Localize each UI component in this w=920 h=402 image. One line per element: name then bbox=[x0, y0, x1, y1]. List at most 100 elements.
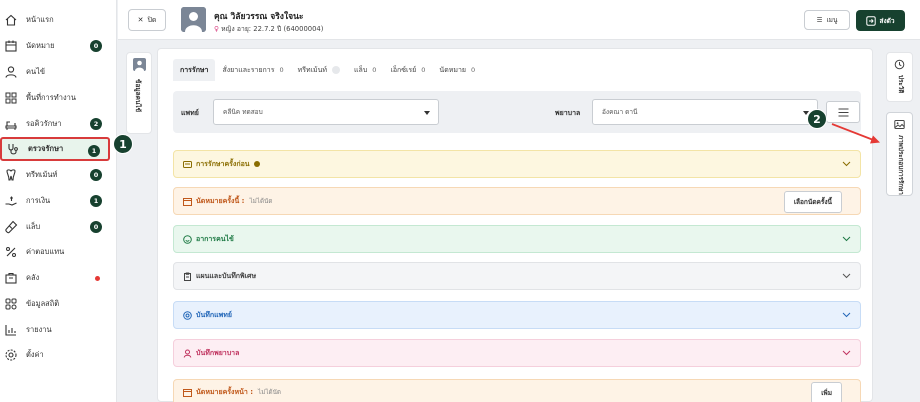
sidebar-item-examination[interactable]: ตรวจรักษา 1 bbox=[0, 137, 110, 161]
sidebar-item-settings[interactable]: ตั้งค่า bbox=[0, 343, 110, 367]
sidebar-item-label: นัดหมาย bbox=[26, 41, 55, 50]
sidebar-item-treatment[interactable]: ทรีทเม้นท์ 0 bbox=[0, 163, 110, 187]
add-appointment-button[interactable]: เพิ่ม bbox=[811, 382, 842, 402]
tab-count: 0 bbox=[471, 66, 476, 74]
section-previous-treatment[interactable]: การรักษาครั้งก่อน bbox=[173, 150, 861, 178]
patient-card-icon bbox=[133, 58, 146, 71]
status-dot bbox=[253, 161, 260, 167]
tab-appointments[interactable]: นัดหมาย 0 bbox=[432, 59, 482, 81]
treatment-images-tab[interactable]: ภาพประกอบการรักษา bbox=[886, 112, 913, 196]
doctor-label: แพทย์ bbox=[181, 109, 199, 117]
hamburger-icon: ☰ bbox=[816, 16, 823, 24]
section-nurse-note[interactable]: บันทึกพยาบาล bbox=[173, 339, 861, 367]
sidebar-item-statistics[interactable]: ข้อมูลสถิติ bbox=[0, 292, 110, 316]
home-icon bbox=[4, 13, 18, 27]
doctor-select[interactable]: คลีนิค ทดสอบ bbox=[213, 99, 439, 125]
chevron-down-icon bbox=[842, 350, 851, 356]
sidebar-item-label: คนไข้ bbox=[26, 67, 46, 76]
history-panel-tab[interactable]: ประวัติ bbox=[886, 52, 913, 102]
count-badge: 1 bbox=[90, 195, 102, 207]
chair-icon bbox=[4, 117, 18, 131]
clipboard-icon bbox=[183, 272, 192, 281]
lab-tube-icon bbox=[4, 220, 18, 234]
menu-label: เมนู bbox=[826, 16, 838, 24]
close-label: ปิด bbox=[147, 15, 157, 24]
sidebar-item-label: แล็บ bbox=[26, 222, 41, 231]
nurse-icon bbox=[183, 349, 192, 358]
store-icon bbox=[4, 271, 18, 285]
patient-info-label: ข้อมูลคนไข้ bbox=[134, 79, 142, 113]
calendar-icon bbox=[183, 388, 192, 397]
user-icon bbox=[4, 65, 18, 79]
select-appointment-button[interactable]: เลือกนัดครั้งนี้ bbox=[783, 191, 842, 213]
tab-count: 0 bbox=[421, 66, 426, 74]
section-title: นัดหมายครั้งนี้ : bbox=[196, 196, 245, 205]
sidebar-item-queue[interactable]: รอคิวรักษา 2 bbox=[0, 112, 110, 136]
patient-avatar bbox=[181, 7, 206, 32]
section-doctor-note[interactable]: บันทึกแพทย์ bbox=[173, 301, 861, 329]
count-badge: 0 bbox=[90, 169, 102, 181]
send-button[interactable]: ส่งตัว bbox=[856, 10, 905, 31]
count-badge: 2 bbox=[90, 118, 102, 130]
section-symptoms[interactable]: อาการคนไข้ bbox=[173, 225, 861, 253]
tab-xray[interactable]: เอ็กซ์เรย์ 0 bbox=[383, 59, 432, 81]
sidebar-item-patients[interactable]: คนไข้ bbox=[0, 60, 110, 84]
sidebar-item-compensation[interactable]: ค่าตอบแทน bbox=[0, 240, 110, 264]
tab-label: การรักษา bbox=[180, 65, 209, 74]
sidebar-item-lab[interactable]: แล็บ 0 bbox=[0, 215, 110, 239]
section-title: อาการคนไข้ bbox=[196, 234, 234, 243]
send-icon bbox=[866, 15, 877, 26]
sidebar-item-inventory[interactable]: คลัง bbox=[0, 266, 110, 290]
close-icon: ✕ bbox=[137, 16, 144, 24]
sidebar-item-reports[interactable]: รายงาน bbox=[0, 318, 110, 342]
sidebar-item-finance[interactable]: การเงิน 1 bbox=[0, 189, 110, 213]
stethoscope-icon bbox=[6, 142, 20, 156]
gear-icon bbox=[4, 348, 18, 362]
section-plan[interactable]: แผนและบันทึกพิเศษ bbox=[173, 262, 861, 290]
treatment-card: การรักษา สั่งยาและรายการ 0 ทรีทเม้นท์ แล… bbox=[157, 48, 873, 402]
calendar-icon bbox=[4, 39, 18, 53]
tab-label: แล็บ bbox=[354, 65, 368, 74]
patient-gender: หญิง bbox=[221, 25, 235, 33]
tab-treatment[interactable]: การรักษา bbox=[173, 59, 216, 81]
tab-label: สั่งยาและรายการ bbox=[222, 65, 275, 74]
section-title: บันทึกแพทย์ bbox=[196, 310, 232, 319]
section-title: บันทึกพยาบาล bbox=[196, 348, 240, 357]
section-title: การรักษาครั้งก่อน bbox=[196, 159, 250, 168]
count-badge: 0 bbox=[90, 221, 102, 233]
menu-button[interactable]: ☰ เมนู bbox=[804, 10, 850, 30]
card-icon bbox=[183, 160, 192, 169]
doctor-value: คลีนิค ทดสอบ bbox=[223, 108, 263, 116]
sidebar-item-appointments[interactable]: นัดหมาย 0 bbox=[0, 34, 110, 58]
tab-lab[interactable]: แล็บ 0 bbox=[347, 59, 383, 81]
notification-dot bbox=[95, 276, 100, 281]
sidebar-item-home[interactable]: หน้าแรก bbox=[0, 8, 110, 32]
tab-label: ทรีทเม้นท์ bbox=[297, 65, 328, 74]
stats-icon bbox=[4, 297, 18, 311]
percent-icon bbox=[4, 245, 18, 259]
tab-count: 0 bbox=[279, 66, 284, 74]
chevron-down-icon bbox=[842, 273, 851, 279]
nurse-select[interactable]: อังคณา ดานี bbox=[592, 99, 818, 125]
chevron-down-icon bbox=[842, 236, 851, 242]
treatment-images-label: ภาพประกอบการรักษา bbox=[897, 135, 904, 195]
callout-marker: 2 bbox=[807, 109, 827, 129]
menu-lines-icon bbox=[838, 108, 848, 116]
calendar-icon bbox=[183, 197, 192, 206]
sidebar-item-label: ทรีทเม้นท์ bbox=[26, 170, 58, 179]
patient-info-panel[interactable]: ข้อมูลคนไข้ bbox=[126, 52, 152, 134]
tab-procedures[interactable]: ทรีทเม้นท์ bbox=[291, 59, 347, 81]
smile-icon bbox=[183, 234, 192, 244]
tab-medication[interactable]: สั่งยาและรายการ 0 bbox=[215, 59, 290, 81]
tab-count-dot bbox=[332, 66, 341, 74]
money-hand-icon bbox=[4, 194, 18, 208]
sidebar-item-workspace[interactable]: พื้นที่การทำงาน bbox=[0, 86, 110, 110]
section-next-appointment: นัดหมายครั้งหน้า : ไม่ได้นัด เพิ่ม bbox=[173, 379, 861, 402]
count-badge: 1 bbox=[88, 145, 100, 157]
image-icon bbox=[894, 119, 905, 130]
sidebar-item-label: การเงิน bbox=[26, 196, 51, 205]
history-label: ประวัติ bbox=[897, 75, 904, 94]
section-subtitle: ไม่ได้นัด bbox=[249, 198, 273, 205]
close-button[interactable]: ✕ ปิด bbox=[128, 9, 166, 31]
section-title: แผนและบันทึกพิเศษ bbox=[196, 271, 257, 280]
